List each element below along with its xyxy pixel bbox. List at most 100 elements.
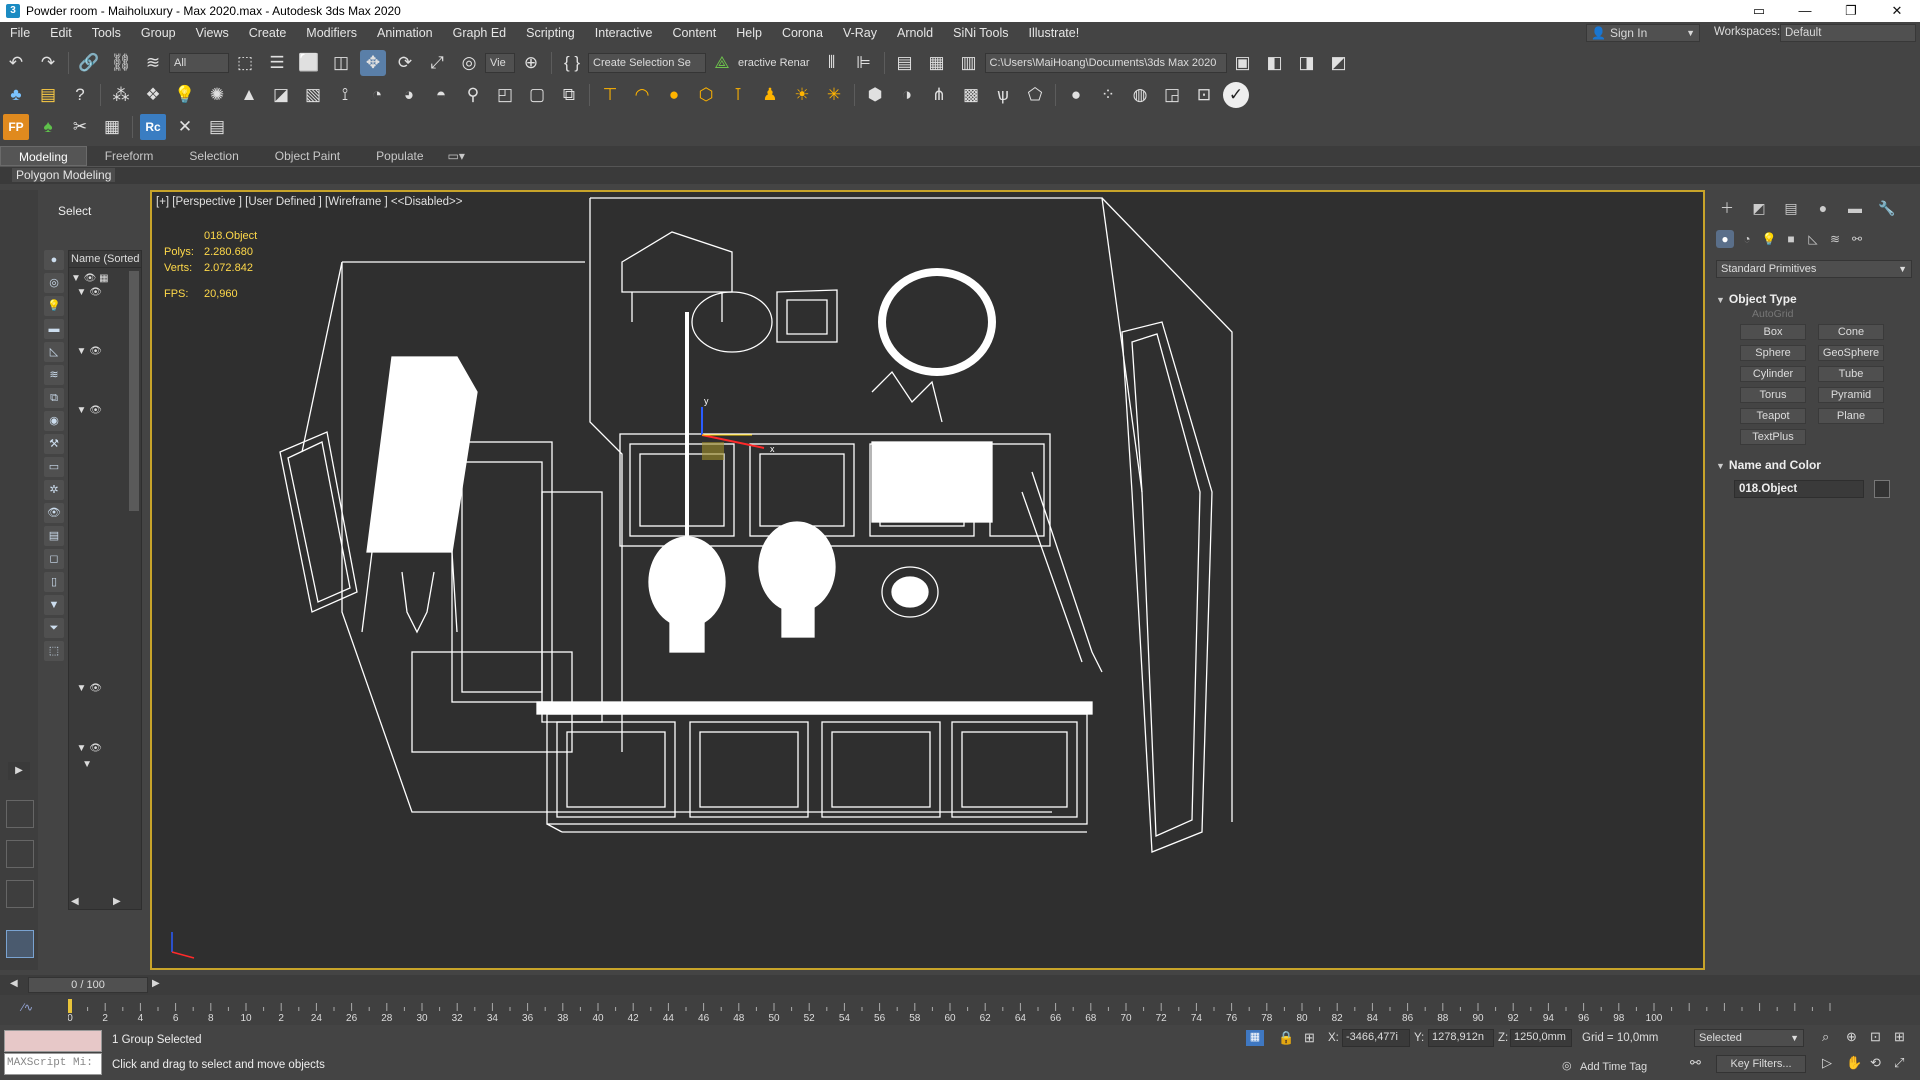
next-frame-icon[interactable]: ▶ — [152, 978, 160, 989]
list-icon[interactable]: ▤ — [35, 82, 61, 108]
menu-interactive[interactable]: Interactive — [585, 26, 663, 40]
display-helpers-icon[interactable]: ◺ — [44, 342, 64, 362]
pivot-icon[interactable]: ⊕ — [518, 50, 544, 76]
object-color-swatch[interactable] — [1874, 480, 1890, 498]
add-time-tag[interactable]: Add Time Tag — [1580, 1061, 1647, 1073]
railclone-icon[interactable]: Rc — [140, 114, 166, 140]
absolute-mode-icon[interactable]: ⊞ — [1304, 1030, 1315, 1046]
display-spacewarps-icon[interactable]: ≋ — [44, 365, 64, 385]
layout-split-icon[interactable] — [6, 840, 34, 868]
layout-triple-icon[interactable] — [6, 880, 34, 908]
cylinder-button[interactable]: Cylinder — [1740, 366, 1806, 382]
select-object-icon[interactable]: ⬚ — [232, 50, 258, 76]
autogrid-checkbox[interactable]: AutoGrid — [1752, 308, 1793, 320]
placement-icon[interactable]: ◎ — [456, 50, 482, 76]
y-coordinate-field[interactable]: 1278,912n — [1428, 1029, 1494, 1047]
modify-tab-icon[interactable]: ◩ — [1746, 196, 1772, 220]
display-visible-icon[interactable]: 👁 — [44, 503, 64, 523]
display-containers-icon[interactable]: ▭ — [44, 457, 64, 477]
multi-material-icon[interactable]: ⁘ — [1095, 82, 1121, 108]
menu-graph-editors[interactable]: Graph Ed — [443, 26, 517, 40]
isolate-selection-icon[interactable]: ▦ — [1246, 1030, 1264, 1046]
primitive-category-dropdown[interactable]: Standard Primitives ▼ — [1716, 260, 1912, 278]
render-frame-icon[interactable]: ▣ — [1230, 50, 1256, 76]
list-item[interactable]: ▼ — [71, 759, 92, 770]
portal-light-icon[interactable]: ♟ — [757, 82, 783, 108]
close-button[interactable]: ✕ — [1874, 0, 1920, 22]
tab-modeling[interactable]: Modeling — [0, 146, 87, 166]
teapot-button[interactable]: Teapot — [1740, 408, 1806, 424]
scene-explorer-icon[interactable]: ▤ — [892, 50, 918, 76]
restore-button[interactable]: ❐ — [1828, 0, 1874, 22]
unlink-icon[interactable]: ⛓ — [108, 50, 134, 76]
material-ball-icon[interactable]: ● — [1063, 82, 1089, 108]
helpers-icon[interactable]: ◺ — [1804, 230, 1822, 248]
list-item[interactable]: ▼ 👁 — [71, 346, 102, 357]
list-item[interactable]: ▼ 👁 — [71, 683, 102, 694]
name-and-color-rollout[interactable]: ▼ Name and Color — [1716, 458, 1912, 472]
list-item[interactable]: ▼ 👁 — [71, 743, 102, 754]
undo-icon[interactable]: ↶ — [3, 50, 29, 76]
display-geometry-icon[interactable]: ● — [44, 250, 64, 270]
maxscript-mini-input[interactable]: MAXScript Mi: — [4, 1053, 102, 1075]
time-slider-thumb[interactable]: 0 / 100 — [28, 977, 148, 993]
time-tag-icon[interactable]: ◎ — [1562, 1059, 1572, 1072]
bind-space-warp-icon[interactable]: ≋ — [140, 50, 166, 76]
spacewarps-icon[interactable]: ≋ — [1826, 230, 1844, 248]
sphere-light-icon[interactable]: ◕ — [396, 82, 422, 108]
plane-icon[interactable]: ◑ — [894, 82, 920, 108]
list-item[interactable]: ▼ 👁 — [71, 405, 102, 416]
proxy-icon[interactable]: ❖ — [140, 82, 166, 108]
converter-icon[interactable]: ⟟ — [332, 82, 358, 108]
named-selection-dropdown[interactable]: Create Selection Se — [588, 53, 706, 73]
material-editor-icon[interactable]: ◍ — [1127, 82, 1153, 108]
x-coordinate-field[interactable]: -3466,477i — [1342, 1029, 1410, 1047]
light-bulb-icon[interactable]: 💡 — [172, 82, 198, 108]
lamp-icon[interactable]: ⊺ — [725, 82, 751, 108]
tab-object-paint[interactable]: Object Paint — [257, 146, 358, 166]
key-mode-selected-dropdown[interactable]: Selected ▼ — [1694, 1029, 1804, 1047]
minimize-button[interactable]: — — [1782, 0, 1828, 22]
align-icon[interactable]: ⊫ — [851, 50, 877, 76]
selection-filter-dropdown[interactable]: All — [169, 53, 229, 73]
zoom-extents-all-icon[interactable]: ⊞ — [1894, 1029, 1905, 1045]
spot-light-icon[interactable]: ⊤ — [597, 82, 623, 108]
object-type-rollout[interactable]: ▼ Object Type — [1716, 292, 1912, 306]
ies-light-icon[interactable]: ◓ — [428, 82, 454, 108]
geometry-cube-icon[interactable]: ⬢ — [862, 82, 888, 108]
box-icon[interactable]: ◰ — [492, 82, 518, 108]
prev-frame-icon[interactable]: ◀ — [10, 978, 18, 989]
display-notes-icon[interactable]: ▯ — [44, 572, 64, 592]
lights-icon[interactable]: 💡 — [1760, 230, 1778, 248]
motion-tab-icon[interactable]: ● — [1810, 196, 1836, 220]
tab-freeform[interactable]: Freeform — [87, 146, 172, 166]
object-name-field[interactable]: 018.Object — [1734, 480, 1864, 498]
set-key-filter-icon[interactable]: ⚯ — [1690, 1055, 1701, 1071]
tube-button[interactable]: Tube — [1818, 366, 1884, 382]
shapes-icon[interactable]: ◔ — [1738, 230, 1756, 248]
tab-populate[interactable]: Populate — [358, 146, 441, 166]
frame-buffer-icon[interactable]: ▧ — [300, 82, 326, 108]
display-layers-icon[interactable]: ◻ — [44, 549, 64, 569]
systems-icon[interactable]: ⚯ — [1848, 230, 1866, 248]
menu-corona[interactable]: Corona — [772, 26, 833, 40]
funnel-icon[interactable]: ⏷ — [44, 618, 64, 638]
fur-icon[interactable]: ⋔ — [926, 82, 952, 108]
pyramid-button[interactable]: Pyramid — [1818, 387, 1884, 403]
expand-arrow-icon[interactable]: ▶ — [8, 762, 30, 780]
box-outline-icon[interactable]: ⬚ — [44, 641, 64, 661]
redo-icon[interactable]: ↷ — [35, 50, 61, 76]
scroll-left-icon[interactable]: ◀ — [71, 896, 79, 907]
list-item[interactable]: ▼ 👁 — [71, 287, 102, 298]
menu-content[interactable]: Content — [662, 26, 726, 40]
window-crossing-icon[interactable]: ◫ — [328, 50, 354, 76]
sphere-button[interactable]: Sphere — [1740, 345, 1806, 361]
zoom-icon[interactable]: ⌕ — [1822, 1029, 1829, 1045]
zoom-all-icon[interactable]: ⊕ — [1846, 1029, 1857, 1045]
layout-quad-icon[interactable] — [6, 800, 34, 828]
menu-edit[interactable]: Edit — [40, 26, 82, 40]
rect-selection-icon[interactable]: ⬜ — [296, 50, 322, 76]
box-button[interactable]: Box — [1740, 324, 1806, 340]
plane-button[interactable]: Plane — [1818, 408, 1884, 424]
sphere-light-orange-icon[interactable]: ● — [661, 82, 687, 108]
